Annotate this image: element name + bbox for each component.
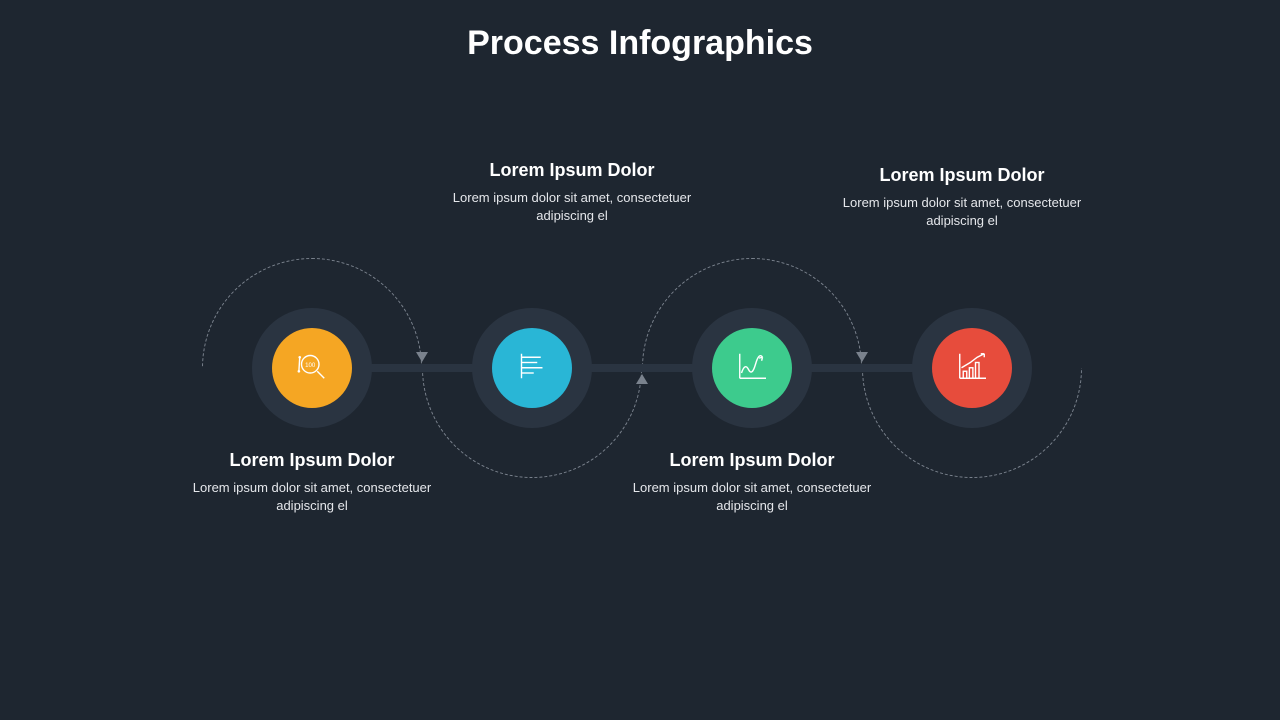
step-4-label: Lorem Ipsum Dolor Lorem ipsum dolor sit …: [842, 165, 1082, 230]
step-2-node: [492, 328, 572, 408]
step-1-label: Lorem Ipsum Dolor Lorem ipsum dolor sit …: [192, 450, 432, 515]
bar-growth-icon: [951, 345, 993, 392]
line-chart-icon: [731, 345, 773, 392]
step-2-ring: [472, 308, 592, 428]
step-3-ring: [692, 308, 812, 428]
bar-horizontal-icon: [511, 345, 553, 392]
step-3-node: [712, 328, 792, 408]
arrow-up-icon: [636, 374, 648, 384]
step-4-node: [932, 328, 1012, 408]
step-3-label: Lorem Ipsum Dolor Lorem ipsum dolor sit …: [632, 450, 872, 515]
step-4-ring: [912, 308, 1032, 428]
step-1-ring: 100: [252, 308, 372, 428]
step-1-node: 100: [272, 328, 352, 408]
step-2-heading: Lorem Ipsum Dolor: [452, 160, 692, 181]
step-1-heading: Lorem Ipsum Dolor: [192, 450, 432, 471]
step-4-heading: Lorem Ipsum Dolor: [842, 165, 1082, 186]
magnify-data-icon: 100: [291, 345, 333, 392]
svg-text:100: 100: [305, 361, 316, 368]
arrow-down-icon: [416, 352, 428, 362]
step-2-label: Lorem Ipsum Dolor Lorem ipsum dolor sit …: [452, 160, 692, 225]
page-title: Process Infographics: [0, 24, 1280, 63]
step-3-body: Lorem ipsum dolor sit amet, consectetuer…: [632, 479, 872, 515]
step-2-body: Lorem ipsum dolor sit amet, consectetuer…: [452, 189, 692, 225]
step-4-body: Lorem ipsum dolor sit amet, consectetuer…: [842, 194, 1082, 230]
step-3-heading: Lorem Ipsum Dolor: [632, 450, 872, 471]
step-1-body: Lorem ipsum dolor sit amet, consectetuer…: [192, 479, 432, 515]
arrow-down-icon: [856, 352, 868, 362]
